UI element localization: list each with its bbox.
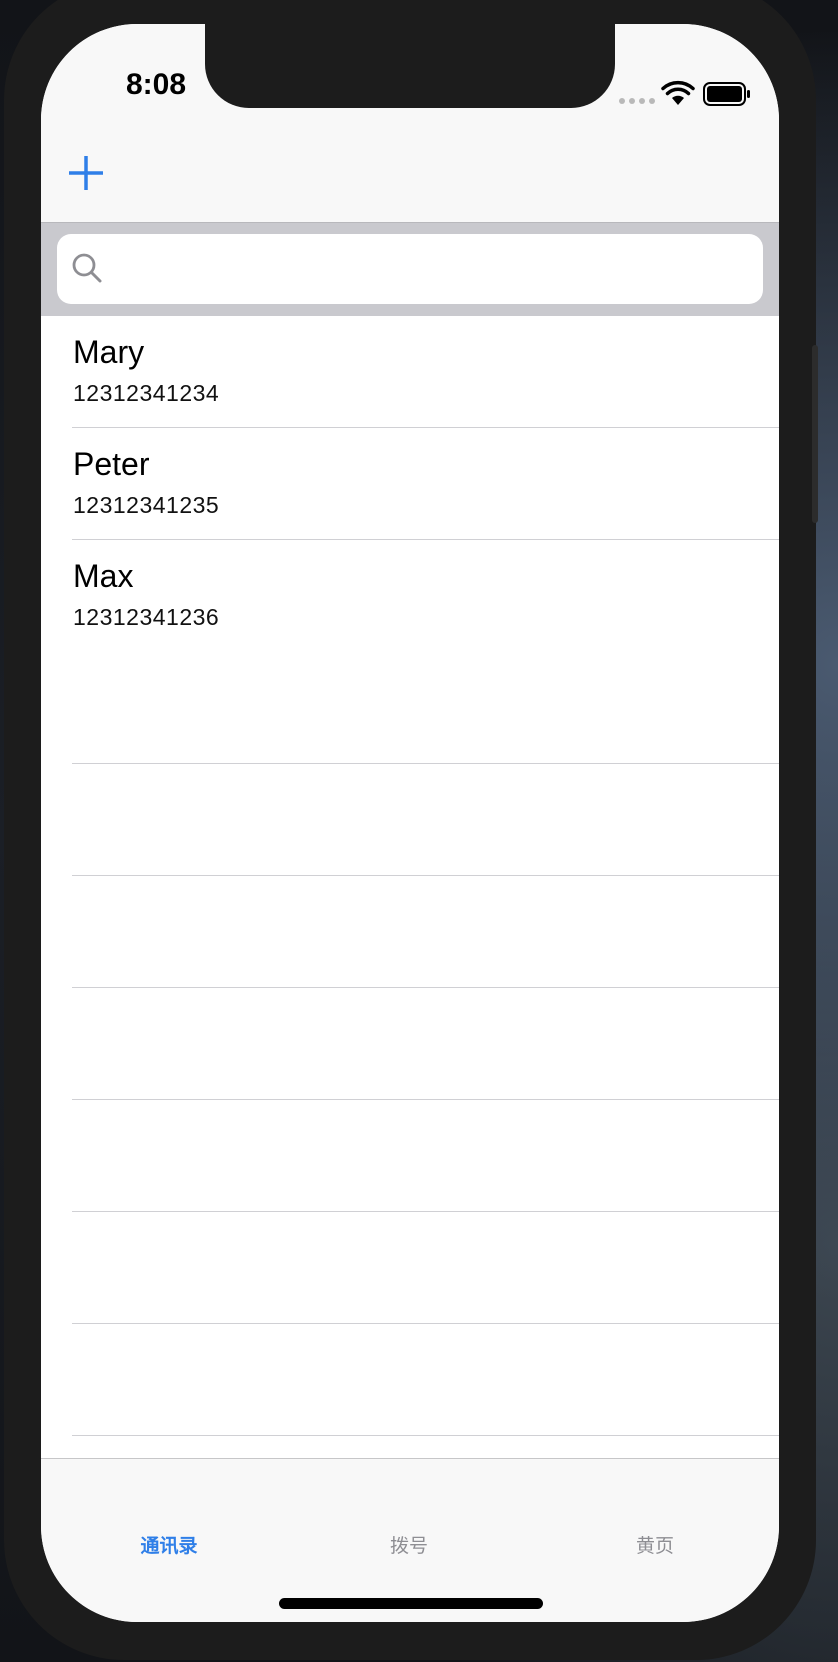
add-contact-button[interactable]: [67, 154, 105, 192]
wifi-icon: [661, 80, 695, 105]
tab-yellow-pages[interactable]: 黄页: [555, 1531, 755, 1558]
plus-icon: [69, 156, 103, 190]
contact-row-mary[interactable]: Mary 12312341234: [41, 316, 779, 428]
tab-dialer[interactable]: 拨号: [309, 1531, 509, 1558]
contact-name: Peter: [73, 446, 150, 482]
empty-row: [41, 1100, 779, 1212]
contact-list: Mary 12312341234 Peter 12312341235 Max 1…: [41, 316, 779, 1436]
navigation-bar: [41, 124, 779, 223]
contact-row-max[interactable]: Max 12312341236: [41, 540, 779, 652]
app-screen: 8:08 Mary 12312341234 Peter 12312341235 …: [41, 24, 779, 1622]
side-button: [812, 345, 818, 523]
contact-phone: 12312341236: [73, 604, 220, 630]
cellular-signal-icon: [619, 98, 655, 104]
battery-icon: [703, 82, 750, 106]
contact-phone: 12312341234: [73, 380, 220, 406]
contact-name: Max: [73, 558, 134, 594]
contact-row-peter[interactable]: Peter 12312341235: [41, 428, 779, 540]
search-bar: [41, 223, 779, 316]
empty-row: [41, 876, 779, 988]
search-icon: [72, 253, 102, 283]
search-input[interactable]: [57, 234, 763, 304]
empty-row: [41, 1212, 779, 1324]
empty-row: [41, 652, 779, 764]
empty-row: [41, 1324, 779, 1436]
home-indicator[interactable]: [279, 1598, 543, 1609]
camera-notch: [205, 24, 615, 108]
empty-row: [41, 988, 779, 1100]
empty-row: [41, 764, 779, 876]
contact-phone: 12312341235: [73, 492, 220, 518]
contact-name: Mary: [73, 334, 145, 370]
tab-contacts[interactable]: 通讯录: [69, 1531, 269, 1558]
status-time: 8:08: [125, 68, 187, 101]
